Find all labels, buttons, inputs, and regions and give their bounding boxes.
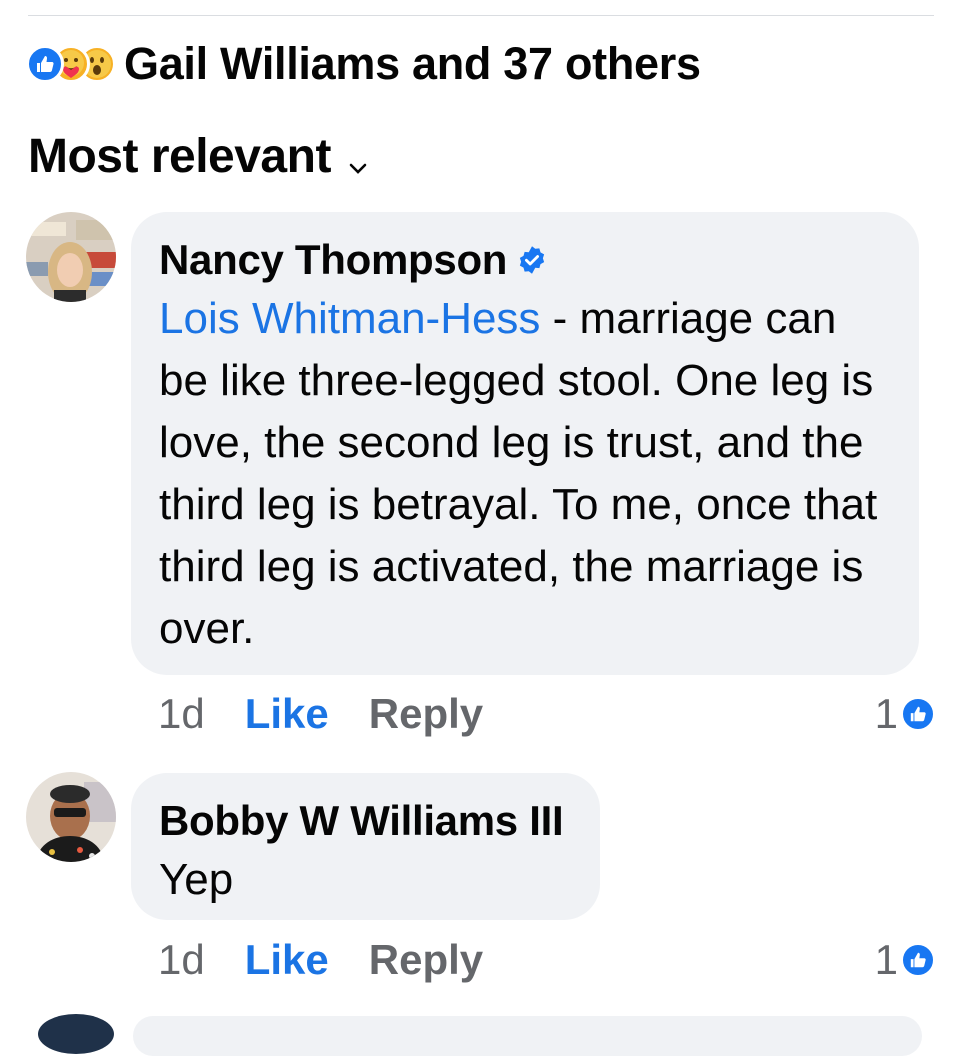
comment-bubble: Nancy Thompson Lois Whitman-Hess - marri… — [131, 212, 919, 675]
top-divider — [28, 15, 934, 16]
reply-button[interactable]: Reply — [369, 936, 483, 984]
comment-text: Yep — [159, 855, 234, 904]
comment-text: Lois Whitman-Hess - marriage can be like… — [159, 288, 891, 660]
like-button[interactable]: Like — [245, 690, 329, 738]
reactions-summary[interactable]: Gail Williams and 37 others — [26, 38, 701, 90]
verified-badge-icon — [517, 245, 547, 275]
mention-link[interactable]: Lois Whitman-Hess — [159, 294, 540, 343]
like-icon — [900, 942, 936, 978]
comment-time[interactable]: 1d — [158, 690, 205, 738]
avatar-next-comment[interactable] — [38, 1014, 114, 1054]
comment-actions: 1d Like Reply — [158, 936, 483, 984]
chevron-down-icon — [349, 132, 367, 187]
reaction-count-number: 1 — [874, 690, 898, 737]
reactions-summary-text: Gail Williams and 37 others — [124, 38, 701, 89]
comment-author[interactable]: Nancy Thompson — [159, 236, 891, 284]
like-icon — [900, 696, 936, 732]
comment-body: - marriage can be like three-legged stoo… — [159, 294, 878, 653]
avatar-nancy-thompson[interactable] — [26, 212, 116, 302]
comment-bubble: Bobby W Williams III Yep — [131, 773, 600, 920]
comment-actions: 1d Like Reply — [158, 690, 483, 738]
reaction-count-number: 1 — [874, 936, 898, 983]
sort-dropdown[interactable]: Most relevant — [28, 126, 367, 187]
comment-author[interactable]: Bobby W Williams III — [159, 797, 572, 845]
like-button[interactable]: Like — [245, 936, 329, 984]
comment-reaction-count[interactable]: 1 — [875, 936, 936, 984]
like-reaction-icon — [26, 45, 64, 83]
comment-time[interactable]: 1d — [158, 936, 205, 984]
next-comment-bubble — [133, 1016, 922, 1056]
avatar-bobby-williams[interactable] — [26, 772, 116, 862]
author-name[interactable]: Nancy Thompson — [159, 236, 507, 284]
sort-label: Most relevant — [28, 130, 331, 183]
author-name[interactable]: Bobby W Williams III — [159, 797, 564, 845]
reply-button[interactable]: Reply — [369, 690, 483, 738]
comment-reaction-count[interactable]: 1 — [875, 690, 936, 738]
